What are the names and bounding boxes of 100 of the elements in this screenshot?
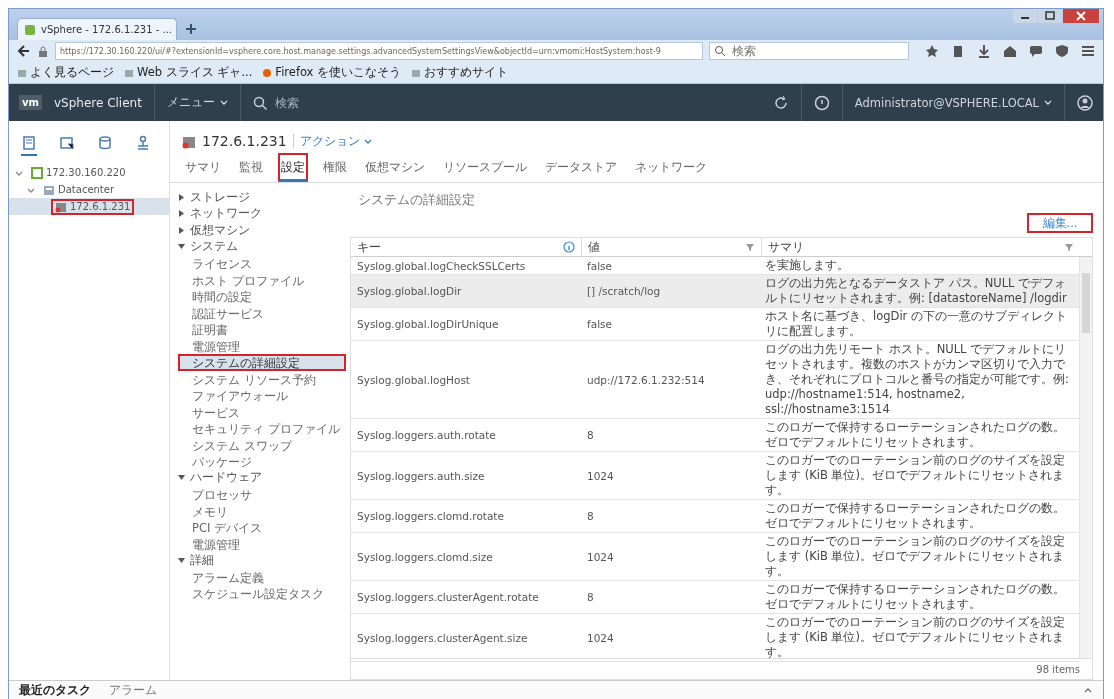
actions-menu[interactable]: アクション: [299, 133, 372, 149]
hosts-icon[interactable]: [21, 135, 37, 156]
table-row[interactable]: Syslog.loggers.clomd.rotate 8 このロガーで保持するローテーションされたログの数。ゼロでデフォルトにリセットされます。: [351, 500, 1079, 533]
tab[interactable]: ネットワーク: [632, 153, 710, 182]
nav-group[interactable]: ハードウェア: [178, 469, 346, 486]
new-tab-icon[interactable]: [185, 23, 197, 35]
home-icon[interactable]: [1003, 44, 1017, 58]
edit-button[interactable]: 編集...: [1027, 213, 1093, 233]
nav-item[interactable]: メモリ: [178, 502, 346, 519]
table-row[interactable]: Syslog.loggers.clomd.size 1024 このロガーでのローテーション前のログのサイズを設定します (KiB 単位)。ゼロでデフォルトにリセットされます。: [351, 533, 1079, 581]
caret-down-icon: [178, 474, 185, 482]
table-cell-text: 1024: [586, 631, 615, 644]
filter-icon[interactable]: [745, 242, 755, 252]
tree-item[interactable]: 172.6.1.231: [9, 198, 169, 215]
nav-group[interactable]: 仮想マシン: [178, 222, 346, 239]
table-cell-text: Syslog.loggers.auth.rotate: [356, 429, 497, 441]
address-field[interactable]: https://172.30.160.220/ui/#?extensionId=vsphere.core.host.manage.settings.advancedSystemSettingsView&objectId=urn:vmomi:HostSystem:host-9: [55, 42, 703, 60]
nav-item[interactable]: パッケージ: [178, 453, 346, 470]
nav-group[interactable]: 詳細: [178, 552, 346, 569]
nav-item[interactable]: 電源管理: [178, 535, 346, 552]
nav-item[interactable]: ライセンス: [178, 255, 346, 272]
tab[interactable]: 監視: [236, 153, 266, 182]
menu-button[interactable]: メニュー: [166, 95, 228, 110]
panel-tab[interactable]: アラーム: [109, 683, 157, 698]
scrollbar[interactable]: [1079, 257, 1092, 658]
filter-icon[interactable]: [1064, 242, 1074, 252]
search-field[interactable]: 検索: [252, 94, 357, 111]
tab[interactable]: 権限: [320, 153, 350, 182]
table-cell-text: このロガーで保持するローテーションされたログの数。ゼロでデフォルトにリセットされます。: [764, 500, 1066, 532]
table-cell-text: false: [586, 318, 613, 330]
bookmark-link[interactable]: Firefox を使いこなそう: [262, 65, 402, 80]
nav-group[interactable]: ネットワーク: [178, 205, 346, 222]
close-icon[interactable]: [1063, 9, 1099, 23]
nav-item[interactable]: ホスト プロファイル: [178, 271, 346, 288]
column-header: キー: [357, 239, 381, 255]
search-icon: [252, 95, 267, 110]
menu-icon[interactable]: [1081, 44, 1095, 58]
nav-item[interactable]: セキュリティ プロファイル: [178, 420, 346, 437]
bookmark-link[interactable]: よく見るページ: [17, 65, 114, 80]
help-icon[interactable]: [813, 94, 830, 111]
nav-item[interactable]: 証明書: [178, 321, 346, 338]
chat-icon[interactable]: [1029, 44, 1043, 58]
nav-item[interactable]: スケジュール設定タスク: [178, 585, 346, 602]
table-cell-text: [] /scratch/log: [586, 285, 662, 297]
minimize-icon[interactable]: [1013, 9, 1037, 23]
panel-tab[interactable]: 最近のタスク: [19, 683, 91, 698]
nav-item[interactable]: 電源管理: [178, 337, 346, 354]
nav-item[interactable]: システム リソース予約: [178, 370, 346, 387]
table-cell-text: このロガーでのローテーション前のログのサイズを設定します (KiB 単位)。ゼロでデフォルトにリセットされます。: [764, 533, 1066, 580]
tab[interactable]: サマリ: [182, 153, 224, 182]
tab[interactable]: データストア: [542, 153, 620, 182]
table-cell-text: このロガーで保持するローテーションされたログの数。ゼロでデフォルトにリセットされます。: [764, 581, 1066, 613]
back-icon[interactable]: [17, 44, 31, 58]
download-icon[interactable]: [977, 44, 991, 58]
nav-group[interactable]: システム: [178, 238, 346, 255]
table-cell-text: を実施します。: [764, 257, 850, 274]
table-cell-text: Syslog.loggers.clusterAgent.rotate: [356, 591, 540, 603]
user-icon[interactable]: [1077, 94, 1093, 111]
table-row[interactable]: Syslog.global.logDirUnique false ホスト名に基づき、logDir の下の一意のサブディレクトリに配置します。: [351, 308, 1079, 341]
search-input[interactable]: 検索: [272, 94, 357, 111]
nav-item[interactable]: システムの詳細設定: [178, 354, 346, 371]
logo: vm: [19, 95, 42, 110]
nav-item[interactable]: システム スワップ: [178, 436, 346, 453]
nav-item[interactable]: サービス: [178, 403, 346, 420]
nav-item[interactable]: ファイアウォール: [178, 387, 346, 404]
browser-tab[interactable]: vSphere - 172.6.1.231 - ...: [17, 18, 177, 40]
nav-item[interactable]: アラーム定義: [178, 568, 346, 585]
user-menu[interactable]: Administrator@VSPHERE.LOCAL: [854, 95, 1052, 110]
tab[interactable]: 仮想マシン: [362, 153, 428, 182]
table-cell-text: このロガーでのローテーション前のログのサイズを設定します (KiB 単位)。ゼロでデフォルトにリセットされます。: [764, 614, 1066, 661]
shield-icon[interactable]: [1055, 44, 1069, 58]
caret-icon: [219, 99, 228, 106]
table-row[interactable]: Syslog.global.logHost udp://172.6.1.232:514 ログの出力先リモート ホスト。NULL でデフォルトにリセットされます。複数のホストがカンマ区切りで入力でき、それぞれにプロトコルと番号の指定が可能です。例: udp://hostname1:514, hostname2, ssl://hostname3:1514: [351, 341, 1079, 419]
table-row[interactable]: Syslog.loggers.auth.rotate 8 このロガーで保持するローテーションされたログの数。ゼロでデフォルトにリセットされます。: [351, 419, 1079, 452]
table-row[interactable]: Syslog.loggers.clusterAgent.size 1024 このロガーでのローテーション前のログのサイズを設定します (KiB 単位)。ゼロでデフォルトにリセットされます。: [351, 614, 1079, 662]
table-cell-text: Syslog.loggers.clomd.rotate: [356, 510, 505, 522]
bookmark-link[interactable]: おすすめサイト: [411, 65, 509, 80]
tree-item[interactable]: Datacenter: [9, 181, 169, 198]
table-row[interactable]: Syslog.global.logDir [] /scratch/log ログの出力先となるデータストア パス。NULL でデフォルトにリセットされます。例: [datastoreName] /logdir: [351, 275, 1079, 308]
table-cell-text: Syslog.loggers.auth.size: [356, 469, 486, 482]
table-cell-text: Syslog.global.logDir: [356, 285, 463, 297]
maximize-icon[interactable]: [1038, 9, 1062, 23]
nav-group[interactable]: ストレージ: [178, 189, 346, 206]
refresh-icon[interactable]: [772, 94, 789, 111]
star-icon[interactable]: [925, 44, 939, 58]
bookmark-link[interactable]: Web スライス ギャ...: [124, 65, 253, 80]
search-input[interactable]: 検索: [730, 43, 894, 59]
table-row[interactable]: Syslog.loggers.auth.size 1024 このロガーでのローテーション前のログのサイズを設定します (KiB 単位)。ゼロでデフォルトにリセットされます。: [351, 452, 1079, 500]
table-row[interactable]: Syslog.loggers.clusterAgent.rotate 8 このロガーで保持するローテーションされたログの数。ゼロでデフォルトにリセットされます。: [351, 581, 1079, 614]
caret-right-icon: [178, 193, 185, 201]
nav-item[interactable]: プロセッサ: [178, 486, 346, 503]
tab[interactable]: 設定: [278, 153, 308, 182]
nav-item[interactable]: 認証サービス: [178, 304, 346, 321]
table-cell-text: ホスト名に基づき、logDir の下の一意のサブディレクトリに配置します。: [764, 308, 1068, 340]
table-cell-text: 1024: [586, 550, 615, 563]
tree-item[interactable]: 172.30.160.220: [9, 164, 169, 181]
nav-item[interactable]: PCI デバイス: [178, 519, 346, 536]
tab[interactable]: リソースプール: [440, 153, 530, 182]
search-field[interactable]: 検索: [709, 42, 909, 60]
nav-item[interactable]: 時間の設定: [178, 288, 346, 305]
